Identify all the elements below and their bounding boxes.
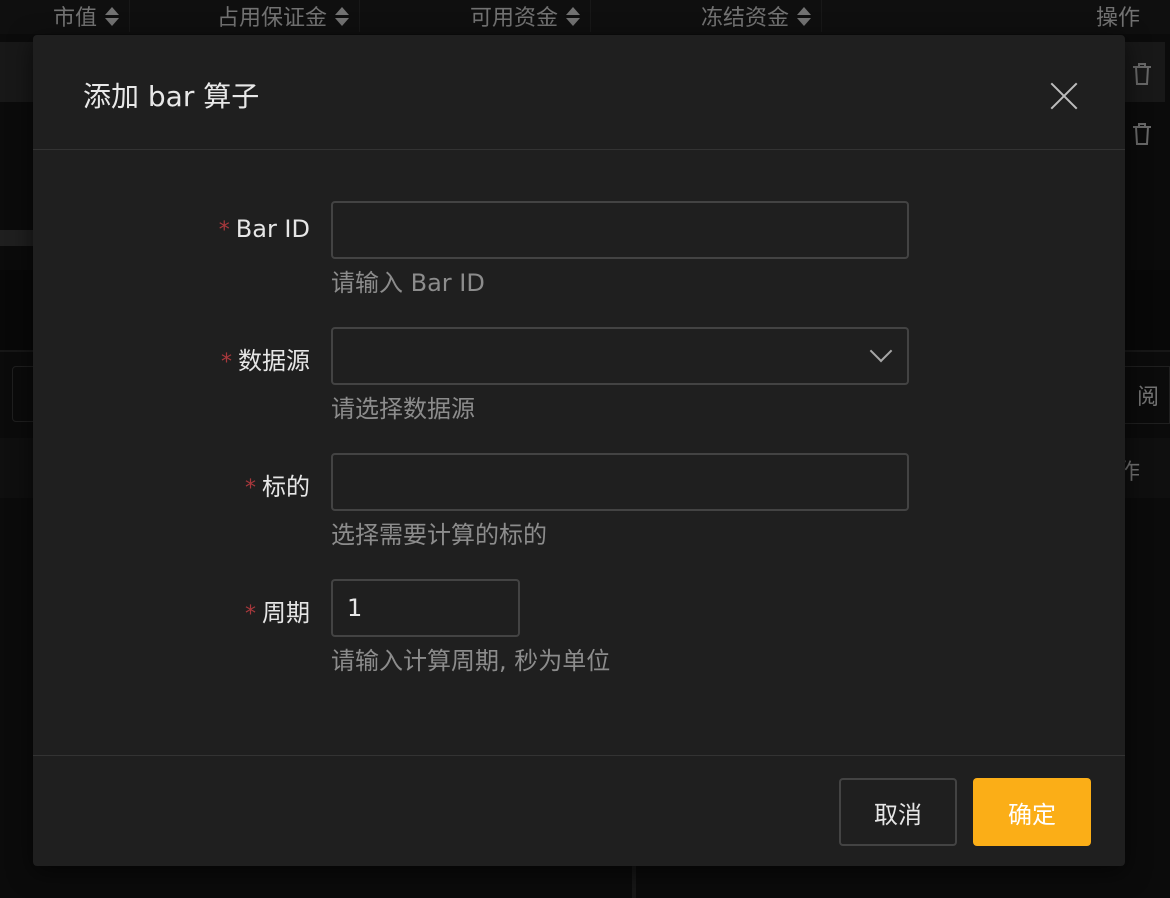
period-help: 请输入计算周期, 秒为单位 [331, 647, 611, 675]
close-icon[interactable] [1049, 81, 1079, 111]
symbol-label: * 标的 [245, 473, 310, 501]
chevron-down-icon [869, 339, 893, 363]
bar-id-label: * Bar ID [218, 215, 310, 243]
period-input[interactable] [331, 579, 520, 637]
modal-footer: 取消 确定 [33, 755, 1125, 867]
required-mark: * [221, 350, 232, 375]
cancel-button[interactable]: 取消 [839, 778, 957, 846]
modal-title: 添加 bar 算子 [83, 80, 260, 113]
source-label: * 数据源 [221, 347, 310, 375]
required-mark: * [218, 218, 230, 243]
add-bar-operator-modal: 添加 bar 算子 * Bar ID 请输入 Bar ID * 数据源 请选择数据源… [33, 35, 1125, 866]
confirm-button[interactable]: 确定 [973, 778, 1091, 846]
required-mark: * [245, 602, 256, 627]
modal-header: 添加 bar 算子 [33, 35, 1125, 150]
symbol-help: 选择需要计算的标的 [331, 521, 547, 549]
symbol-input[interactable] [331, 453, 909, 511]
bar-id-input[interactable] [331, 201, 909, 259]
required-mark: * [245, 476, 256, 501]
source-help: 请选择数据源 [331, 395, 475, 423]
period-label: * 周期 [245, 599, 310, 627]
source-select[interactable] [331, 327, 909, 385]
bar-id-help: 请输入 Bar ID [331, 269, 485, 297]
